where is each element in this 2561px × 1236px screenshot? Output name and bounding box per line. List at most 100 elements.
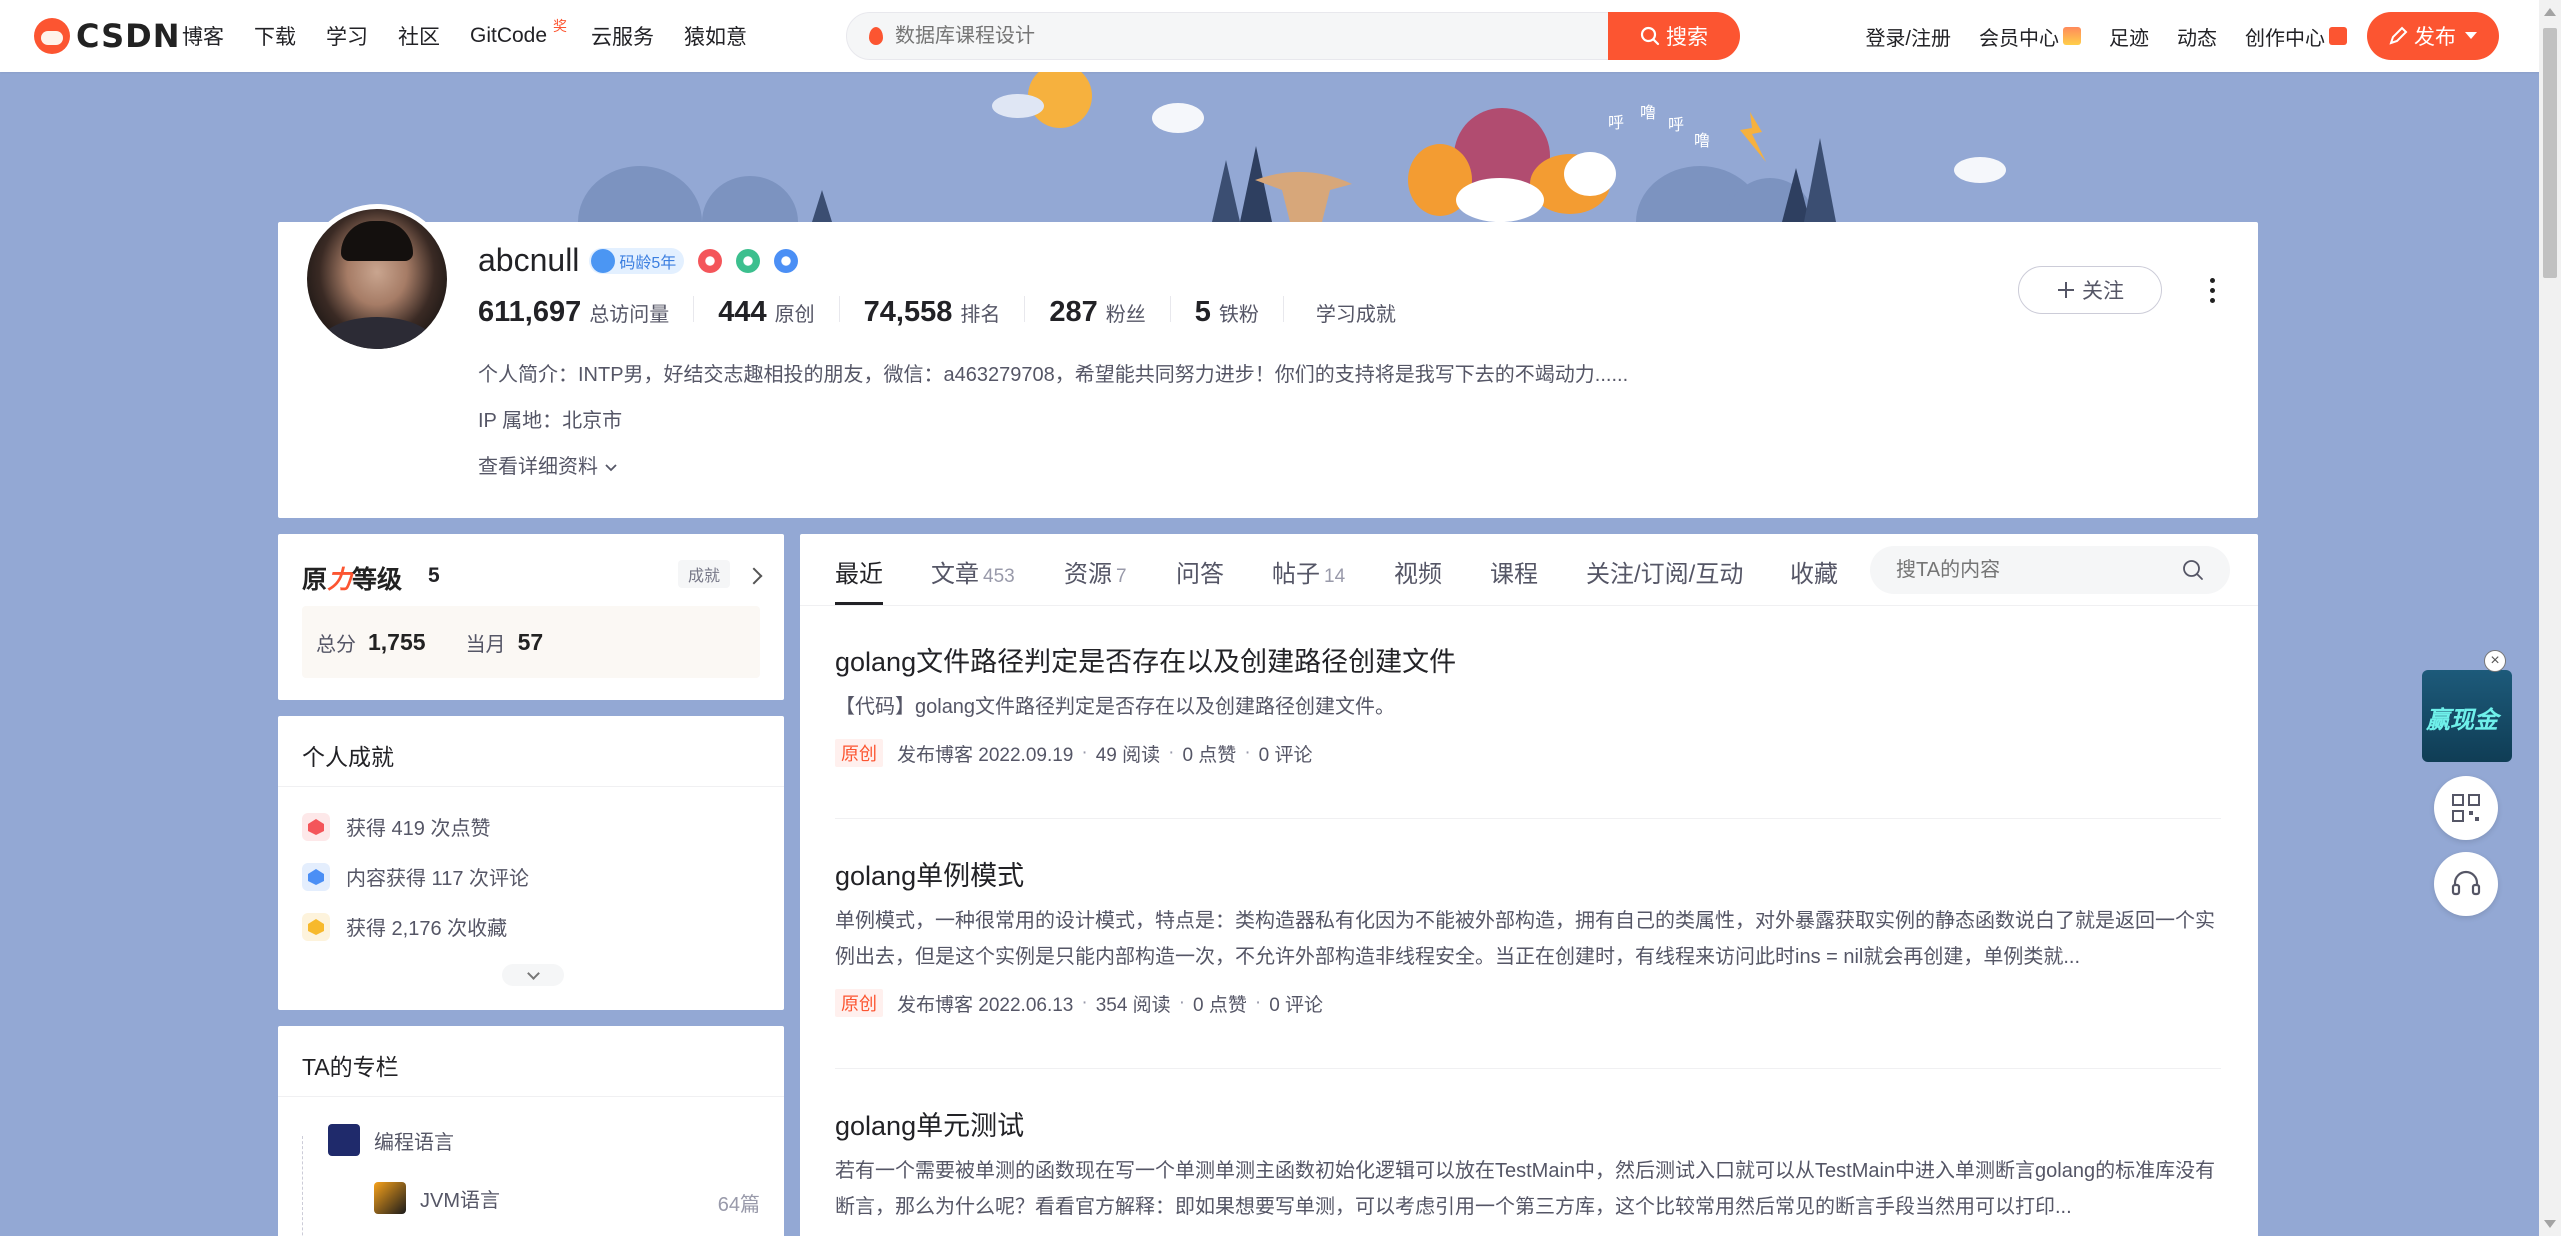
article-date: 发布博客 2022.09.19	[897, 744, 1074, 766]
avatar-frame	[302, 204, 452, 354]
caret-down-icon	[2465, 32, 2477, 39]
stat-value: 74,558	[863, 296, 953, 328]
level-title-suffix: 等级	[352, 566, 403, 594]
tree-line	[302, 1136, 303, 1236]
code-age-badge: 码龄5年	[589, 247, 685, 274]
close-icon[interactable]: ×	[2484, 650, 2506, 672]
nav-item-blog[interactable]: 博客	[182, 21, 224, 51]
profile-card: abcnull 码龄5年 611,697 总访问量 444 原创 74,558 …	[278, 204, 2258, 518]
article-item[interactable]: golang文件路径判定是否存在以及创建路径创建文件 【代码】golang文件路…	[835, 640, 2221, 767]
scroll-down-arrow-icon[interactable]	[2544, 1220, 2556, 1228]
username: abcnull	[478, 242, 580, 278]
nav-item-yuanruyi[interactable]: 猿如意	[684, 21, 747, 51]
stat-rank[interactable]: 74,558 排名	[864, 296, 1026, 328]
stat-original[interactable]: 444 原创	[718, 296, 840, 328]
creator-center-label: 创作中心	[2245, 27, 2325, 50]
article-item[interactable]: golang单元测试 若有一个需要被单测的函数现在写一个单测单测主函数初始化逻辑…	[835, 1104, 2221, 1225]
tab-favorites[interactable]: 收藏	[1790, 554, 1838, 589]
level-title-red: 力	[327, 566, 353, 594]
tab-posts[interactable]: 帖子 14	[1272, 554, 1345, 589]
cash-reward-ad[interactable]: 赢现金	[2422, 670, 2512, 762]
column-name: JVM语言	[420, 1189, 500, 1212]
tab-label: 关注/订阅/互动	[1586, 561, 1744, 588]
article-comments: 0 评论	[1258, 744, 1313, 766]
svg-text:呼: 呼	[1668, 115, 1684, 134]
stat-visits[interactable]: 611,697 总访问量	[478, 296, 695, 328]
vip-center-label: 会员中心	[1979, 27, 2059, 50]
profile-stats: 611,697 总访问量 444 原创 74,558 排名 287 粉丝 5 铁…	[478, 296, 1444, 328]
stat-fans[interactable]: 287 粉丝	[1049, 296, 1171, 328]
follow-button[interactable]: 关注	[2018, 266, 2162, 314]
nav-item-learn[interactable]: 学习	[326, 21, 368, 51]
qr-code-icon	[2452, 794, 2480, 822]
scrollbar-thumb[interactable]	[2543, 28, 2557, 278]
tab-qa[interactable]: 问答	[1176, 554, 1224, 589]
dynamic-link[interactable]: 动态	[2177, 22, 2217, 51]
svg-text:噜: 噜	[1694, 131, 1710, 150]
nav-item-community[interactable]: 社区	[398, 21, 440, 51]
stat-label: 原创	[774, 304, 815, 326]
footprint-link[interactable]: 足迹	[2109, 22, 2149, 51]
male-gender-icon[interactable]	[774, 248, 799, 273]
scroll-up-arrow-icon[interactable]	[2544, 8, 2556, 16]
favorite-icon	[302, 912, 330, 941]
tab-count: 453	[983, 566, 1015, 587]
login-link[interactable]: 登录/注册	[1865, 22, 1951, 51]
page-scrollbar[interactable]	[2539, 0, 2561, 1236]
qr-code-button[interactable]	[2434, 776, 2498, 840]
stat-iron-fans[interactable]: 5 铁粉	[1195, 296, 1284, 328]
search-input[interactable]	[895, 13, 1455, 59]
tab-articles[interactable]: 文章 453	[931, 554, 1015, 589]
chevron-right-icon[interactable]	[745, 567, 763, 585]
plus-icon	[2058, 282, 2074, 298]
stat-label: 铁粉	[1218, 304, 1259, 326]
community-icon[interactable]	[736, 248, 761, 273]
profile-bio: 个人简介：INTP男，好结交志趣相投的朋友，微信：a463279708，希望能共…	[478, 364, 1629, 386]
column-item[interactable]: 编程语言	[328, 1124, 454, 1156]
column-count: 64篇	[717, 1194, 760, 1216]
tab-follow-subscribe[interactable]: 关注/订阅/互动	[1586, 554, 1743, 589]
original-tag: 原创	[835, 989, 883, 1017]
stat-learning[interactable]: 学习成就	[1308, 298, 1420, 326]
tab-recent[interactable]: 最近	[835, 554, 883, 605]
search-icon[interactable]	[2182, 559, 2204, 581]
tab-resources[interactable]: 资源 7	[1064, 554, 1127, 589]
article-meta: 原创 发布博客 2022.06.13 · 354 阅读 · 0 点赞 · 0 评论	[835, 989, 2221, 1017]
svg-text:呼: 呼	[1608, 113, 1624, 132]
stat-value: 444	[718, 296, 767, 328]
vip-center-link[interactable]: 会员中心	[1979, 22, 2081, 51]
expand-achievements-button[interactable]	[502, 964, 564, 986]
achievement-tag[interactable]: 成就	[678, 560, 731, 588]
achievements-title: 个人成就	[302, 744, 394, 770]
article-title[interactable]: golang文件路径判定是否存在以及创建路径创建文件	[835, 640, 2221, 679]
article-title[interactable]: golang单元测试	[835, 1104, 2221, 1143]
creator-center-link[interactable]: 创作中心	[2245, 22, 2347, 51]
columns-title: TA的专栏	[302, 1054, 399, 1080]
article-desc: 若有一个需要被单测的函数现在写一个单测单测主函数初始化逻辑可以放在TestMai…	[835, 1160, 2216, 1218]
tab-videos[interactable]: 视频	[1394, 554, 1442, 589]
blog-expert-icon[interactable]	[698, 248, 723, 273]
search-bar: 搜索	[846, 12, 1740, 60]
divider	[835, 1068, 2221, 1069]
divider	[278, 1096, 784, 1097]
nav-item-download[interactable]: 下载	[254, 21, 296, 51]
column-cover-icon	[328, 1124, 360, 1156]
columns-card: TA的专栏 编程语言 JVM语言 64篇	[278, 1026, 784, 1236]
column-item[interactable]: JVM语言	[374, 1182, 500, 1214]
tab-courses[interactable]: 课程	[1490, 554, 1538, 589]
article-title[interactable]: golang单例模式	[835, 854, 2221, 893]
nav-item-gitcode[interactable]: GitCode 奖	[470, 18, 567, 48]
award-icon	[2329, 27, 2347, 45]
code-age-label: 码龄5年	[619, 254, 677, 272]
publish-button[interactable]: 发布	[2367, 12, 2499, 60]
customer-service-button[interactable]	[2434, 852, 2498, 916]
csdn-logo[interactable]: CSDN	[34, 16, 180, 56]
search-button[interactable]: 搜索	[1608, 12, 1740, 60]
nav-item-cloud[interactable]: 云服务	[591, 21, 654, 51]
content-search-input[interactable]	[1896, 546, 2176, 594]
view-details-link[interactable]: 查看详细资料	[478, 450, 618, 479]
more-options-icon[interactable]	[2202, 272, 2222, 308]
article-item[interactable]: golang单例模式 单例模式，一种很常用的设计模式，特点是：类构造器私有化因为…	[835, 854, 2221, 1017]
avatar[interactable]	[307, 209, 447, 349]
stat-value: 5	[1194, 296, 1211, 328]
